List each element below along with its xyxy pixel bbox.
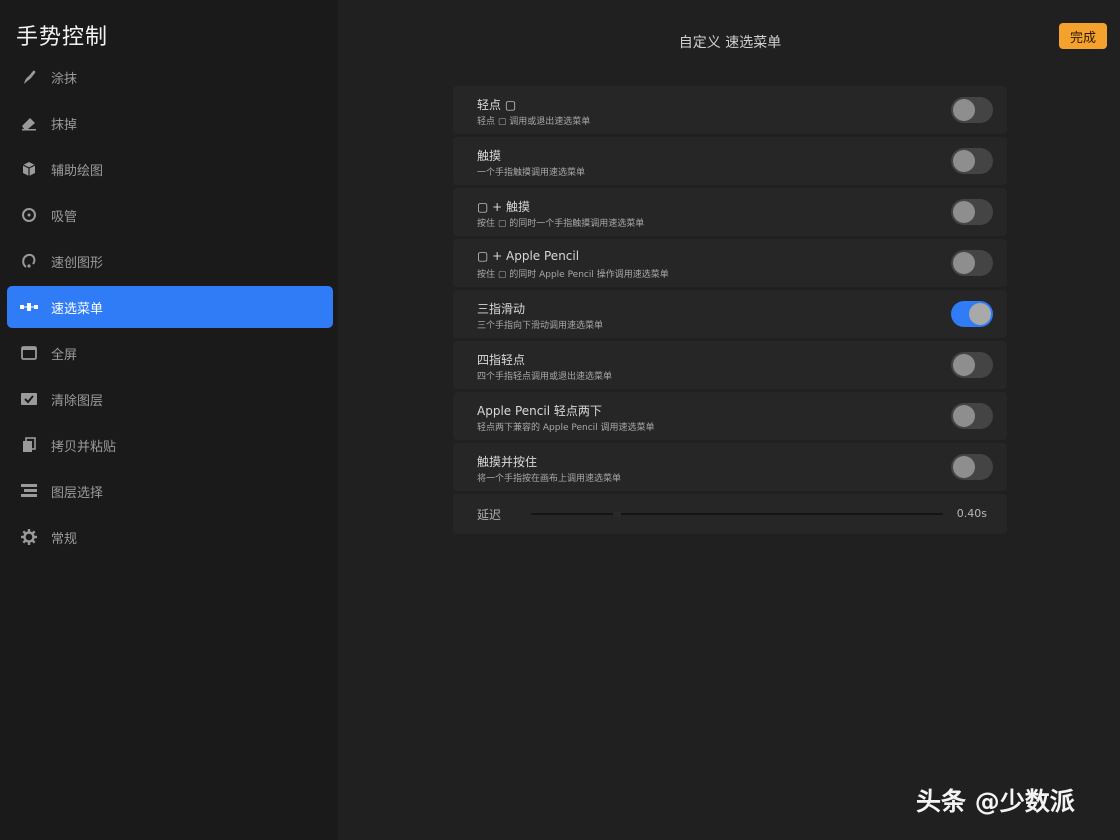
delay-value: 0.40s: [956, 507, 987, 520]
setting-subtitle: 轻点两下兼容的 Apple Pencil 调用速选菜单: [477, 423, 655, 433]
setting-subtitle: 四个手指轻点调用或退出速选菜单: [477, 372, 613, 382]
sidebar-item-label: 全屏: [51, 347, 78, 363]
layer-select-icon: [18, 480, 40, 502]
toggle-switch[interactable]: [951, 148, 993, 174]
setting-row-three-finger-swipe: 三指滑动 三个手指向下滑动调用速选菜单: [453, 290, 1007, 338]
sidebar-title: 手势控制: [16, 25, 109, 50]
sidebar-item-label: 常规: [51, 531, 78, 547]
sidebar-item-copy-paste[interactable]: 拷贝并粘贴: [7, 424, 333, 466]
toggle-switch[interactable]: [951, 97, 993, 123]
setting-subtitle: 三个手指向下滑动调用速选菜单: [477, 321, 604, 331]
sidebar-item-clear-layer[interactable]: 清除图层: [7, 378, 333, 420]
setting-title: Apple Pencil 轻点两下: [477, 404, 602, 418]
toggle-switch[interactable]: [951, 250, 993, 276]
delay-slider-handle[interactable]: [613, 511, 621, 517]
setting-row-touch-and-hold: 触摸并按住 将一个手指按在画布上调用速选菜单: [453, 443, 1007, 491]
sidebar-item-label: 吸管: [51, 209, 78, 225]
toggle-knob: [953, 99, 975, 121]
setting-title: 三指滑动: [477, 302, 526, 316]
done-button[interactable]: 完成: [1059, 23, 1107, 49]
toggle-knob: [953, 201, 975, 223]
quickshape-icon: [18, 250, 40, 272]
sidebar-item-label: 图层选择: [51, 485, 104, 501]
watermark: 头条 @少数派: [916, 787, 1075, 816]
setting-row-four-finger-tap: 四指轻点 四个手指轻点调用或退出速选菜单: [453, 341, 1007, 389]
sidebar-item-layer-select[interactable]: 图层选择: [7, 470, 333, 512]
setting-title: 轻点 ▢: [477, 98, 517, 112]
smudge-brush-icon: [18, 66, 40, 88]
copy-paste-icon: [18, 434, 40, 456]
setting-row-square-touch: ▢ + 触摸 按住 ▢ 的同时一个手指触摸调用速选菜单: [453, 188, 1007, 236]
setting-subtitle: 轻点 ▢ 调用或退出速选菜单: [477, 117, 591, 127]
setting-title: ▢ + Apple Pencil: [477, 249, 580, 263]
sidebar-nav: 涂抹 抹掉 辅助绘图 吸管 速创图形 速选菜单 全屏 清除图层 拷贝并粘贴 图层…: [7, 56, 333, 562]
sidebar-item-quickshape[interactable]: 速创图形: [7, 240, 333, 282]
toggle-knob: [953, 252, 975, 274]
delay-slider-track[interactable]: [531, 513, 943, 515]
quickmenu-icon: [18, 296, 40, 318]
fullscreen-icon: [18, 342, 40, 364]
toggle-knob: [953, 354, 975, 376]
cube-icon: [18, 158, 40, 180]
sidebar: 手势控制 涂抹 抹掉 辅助绘图 吸管 速创图形 速选菜单 全屏 清除图层 拷贝并…: [0, 0, 338, 840]
settings-panel: 轻点 ▢ 轻点 ▢ 调用或退出速选菜单 触摸 一个手指触摸调用速选菜单 ▢ + …: [453, 86, 1007, 534]
sidebar-item-label: 速创图形: [51, 255, 104, 271]
setting-row-square-pencil: ▢ + Apple Pencil 按住 ▢ 的同时 Apple Pencil 操…: [453, 239, 1007, 287]
sidebar-item-quickmenu[interactable]: 速选菜单: [7, 286, 333, 328]
delay-label: 延迟: [477, 508, 502, 522]
sidebar-item-label: 抹掉: [51, 117, 78, 133]
toggle-switch[interactable]: [951, 199, 993, 225]
setting-subtitle: 按住 ▢ 的同时一个手指触摸调用速选菜单: [477, 219, 645, 229]
sidebar-item-label: 拷贝并粘贴: [51, 439, 117, 455]
toggle-knob: [953, 405, 975, 427]
toggle-knob: [953, 456, 975, 478]
clear-layer-icon: [18, 388, 40, 410]
setting-row-touch: 触摸 一个手指触摸调用速选菜单: [453, 137, 1007, 185]
page-title: 自定义 速选菜单: [678, 35, 782, 51]
gear-icon: [18, 526, 40, 548]
eraser-icon: [18, 112, 40, 134]
toggle-switch[interactable]: [951, 352, 993, 378]
sidebar-item-label: 辅助绘图: [51, 163, 104, 179]
sidebar-item-erase[interactable]: 抹掉: [7, 102, 333, 144]
setting-title: 四指轻点: [477, 353, 526, 367]
delay-row: 延迟 0.40s: [453, 494, 1007, 534]
toggle-knob: [969, 303, 991, 325]
sidebar-item-smudge[interactable]: 涂抹: [7, 56, 333, 98]
sidebar-item-label: 清除图层: [51, 393, 104, 409]
toggle-switch[interactable]: [951, 403, 993, 429]
toggle-switch[interactable]: [951, 454, 993, 480]
setting-subtitle: 按住 ▢ 的同时 Apple Pencil 操作调用速选菜单: [477, 270, 669, 280]
sidebar-item-eyedropper[interactable]: 吸管: [7, 194, 333, 236]
setting-subtitle: 将一个手指按在画布上调用速选菜单: [477, 474, 622, 484]
setting-title: ▢ + 触摸: [477, 200, 531, 214]
setting-title: 触摸并按住: [477, 455, 538, 469]
setting-subtitle: 一个手指触摸调用速选菜单: [477, 168, 586, 178]
eyedropper-ring-icon: [18, 204, 40, 226]
sidebar-item-drawing-assist[interactable]: 辅助绘图: [7, 148, 333, 190]
setting-row-pencil-double-tap: Apple Pencil 轻点两下 轻点两下兼容的 Apple Pencil 调…: [453, 392, 1007, 440]
sidebar-item-label: 涂抹: [51, 71, 78, 87]
sidebar-item-label: 速选菜单: [51, 301, 104, 317]
sidebar-item-fullscreen[interactable]: 全屏: [7, 332, 333, 374]
setting-row-tap-square: 轻点 ▢ 轻点 ▢ 调用或退出速选菜单: [453, 86, 1007, 134]
toggle-knob: [953, 150, 975, 172]
sidebar-item-general[interactable]: 常规: [7, 516, 333, 558]
setting-title: 触摸: [477, 149, 502, 163]
toggle-switch[interactable]: [951, 301, 993, 327]
